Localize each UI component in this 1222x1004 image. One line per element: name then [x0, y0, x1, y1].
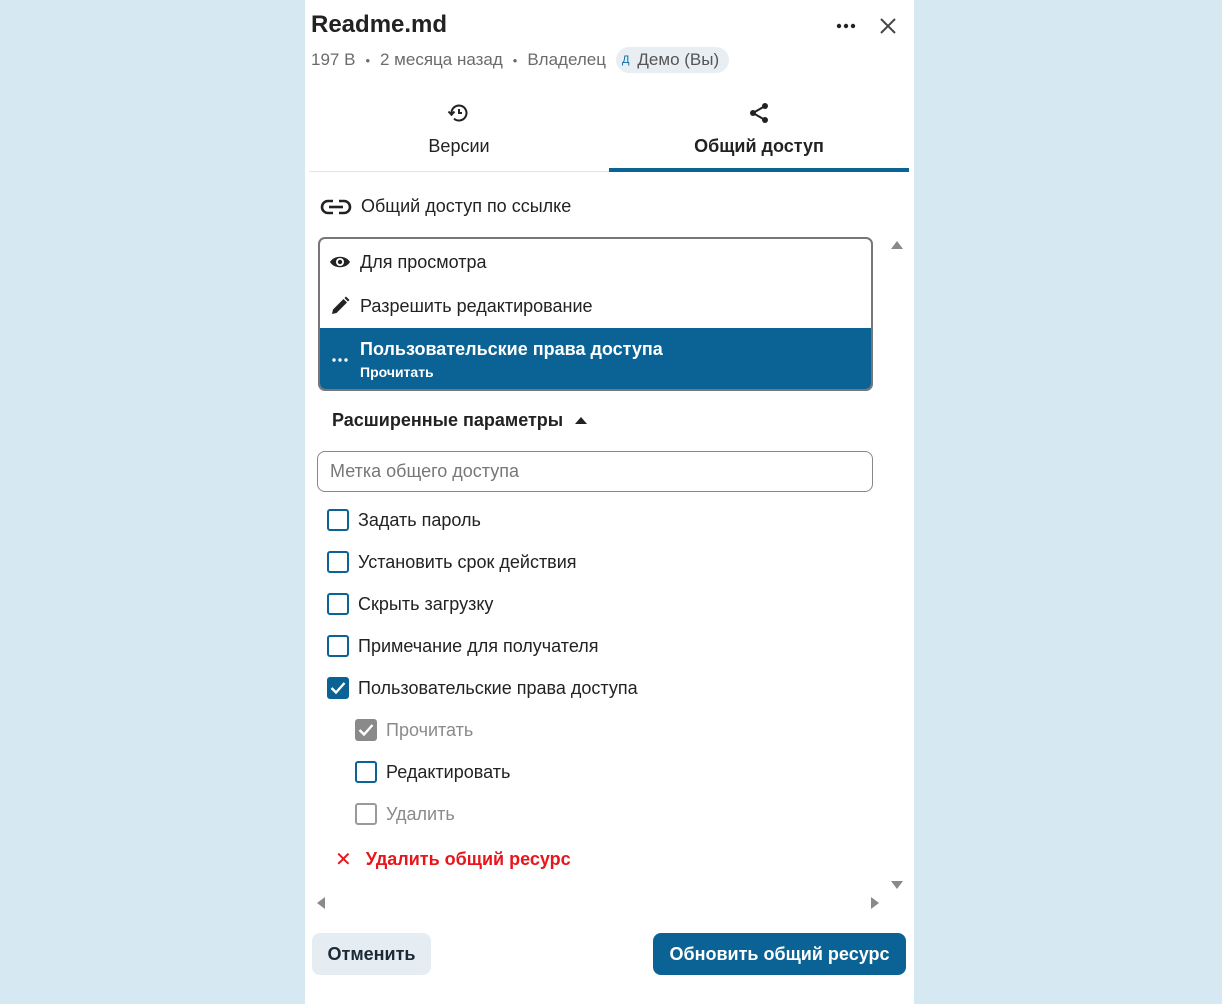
- advanced-settings-label: Расширенные параметры: [332, 410, 564, 430]
- delete-share-button[interactable]: ✕ Удалить общий ресурс: [335, 847, 571, 872]
- share-label-input[interactable]: [317, 451, 873, 492]
- history-icon: [447, 104, 468, 122]
- modified-time: 2 месяца назад: [380, 50, 503, 69]
- checkbox-label: Задать пароль: [358, 509, 481, 530]
- owner-chip[interactable]: Д Демо (Вы): [615, 47, 730, 73]
- checkbox-label: Удалить: [386, 803, 455, 824]
- file-title: Readme.md: [311, 11, 448, 38]
- checkbox-label: Редактировать: [386, 761, 511, 782]
- triangle-up-icon: [891, 241, 903, 249]
- checkbox-set-password[interactable]: Задать пароль: [327, 509, 481, 531]
- delete-share-label: Удалить общий ресурс: [365, 849, 571, 869]
- avatar: Д: [621, 54, 630, 66]
- advanced-settings-toggle[interactable]: Расширенные параметры: [332, 410, 588, 431]
- scroll-up-arrow[interactable]: [891, 236, 903, 254]
- checkbox-expiration-date[interactable]: Установить срок действия: [327, 551, 577, 573]
- separator: •: [365, 52, 370, 68]
- owner-name: Демо (Вы): [637, 50, 720, 69]
- checkmark-icon: [358, 724, 374, 737]
- scroll-right-arrow[interactable]: [871, 896, 879, 914]
- checkbox-label: Пользовательские права доступа: [358, 677, 638, 698]
- permission-option-label: Разрешить редактирование: [360, 295, 593, 316]
- more-horizontal-icon: [836, 23, 856, 29]
- more-horizontal-icon: [332, 357, 348, 362]
- triangle-down-icon: [891, 881, 903, 889]
- checkbox-note-to-recipient[interactable]: Примечание для получателя: [327, 635, 599, 657]
- tab-versions[interactable]: Версии: [309, 92, 609, 170]
- checkbox-label: Прочитать: [386, 719, 474, 740]
- permission-option-sublabel: Прочитать: [360, 364, 434, 380]
- permission-dropdown: Для просмотра Разрешить редактирование П…: [318, 237, 873, 391]
- checkbox-hide-download[interactable]: Скрыть загрузку: [327, 593, 493, 615]
- close-icon: ✕: [335, 849, 352, 871]
- permission-option-view[interactable]: Для просмотра: [320, 243, 871, 281]
- update-share-button[interactable]: Обновить общий ресурс: [653, 933, 906, 975]
- cancel-button[interactable]: Отменить: [312, 933, 431, 975]
- checkbox-box: [355, 719, 377, 741]
- checkbox-permission-read: Прочитать: [355, 719, 473, 741]
- share-icon: [750, 103, 768, 123]
- checkbox-custom-permissions[interactable]: Пользовательские права доступа: [327, 677, 638, 699]
- link-share-label: Общий доступ по ссылке: [361, 196, 572, 216]
- checkbox-box[interactable]: [327, 593, 349, 615]
- checkbox-box[interactable]: [327, 509, 349, 531]
- checkbox-label: Установить срок действия: [358, 551, 577, 572]
- checkbox-label: Примечание для получателя: [358, 635, 599, 656]
- permission-option-custom[interactable]: Пользовательские права доступа Прочитать: [320, 328, 871, 389]
- file-meta: 197 B • 2 месяца назад • Владелец Д Демо…: [311, 47, 730, 73]
- checkmark-icon: [330, 682, 346, 695]
- sidebar-tabs: Версии Общий доступ: [309, 92, 909, 172]
- checkbox-label: Скрыть загрузку: [358, 593, 494, 614]
- scroll-down-arrow[interactable]: [891, 876, 903, 894]
- link-icon: [320, 199, 352, 214]
- triangle-left-icon: [317, 897, 325, 909]
- caret-up-icon: [575, 417, 588, 424]
- checkbox-box[interactable]: [327, 677, 349, 699]
- link-share-header: Общий доступ по ссылке: [319, 196, 571, 217]
- tab-sharing-label: Общий доступ: [694, 136, 824, 156]
- checkbox-permission-delete: Удалить: [355, 803, 455, 825]
- scroll-left-arrow[interactable]: [317, 896, 325, 914]
- tab-sharing[interactable]: Общий доступ: [609, 92, 909, 172]
- more-actions-button[interactable]: [832, 12, 860, 40]
- permission-option-label: Пользовательские права доступа: [360, 339, 663, 359]
- close-icon: [880, 18, 896, 34]
- checkbox-box[interactable]: [355, 761, 377, 783]
- checkbox-box[interactable]: [327, 635, 349, 657]
- eye-icon: [330, 256, 350, 268]
- pencil-icon: [332, 296, 350, 314]
- tab-versions-label: Версии: [428, 136, 490, 156]
- separator: •: [512, 52, 518, 68]
- checkbox-box[interactable]: [327, 551, 349, 573]
- sharing-sidebar: Readme.md 197 B • 2 месяца назад • Владе…: [305, 0, 914, 1004]
- owner-label: Владелец: [527, 50, 606, 69]
- permission-option-label: Для просмотра: [360, 251, 487, 272]
- checkbox-box: [355, 803, 377, 825]
- close-button[interactable]: [874, 12, 902, 40]
- triangle-right-icon: [871, 897, 879, 909]
- checkbox-permission-edit[interactable]: Редактировать: [355, 761, 510, 783]
- file-size: 197 B: [311, 50, 356, 69]
- permission-option-edit[interactable]: Разрешить редактирование: [320, 287, 871, 325]
